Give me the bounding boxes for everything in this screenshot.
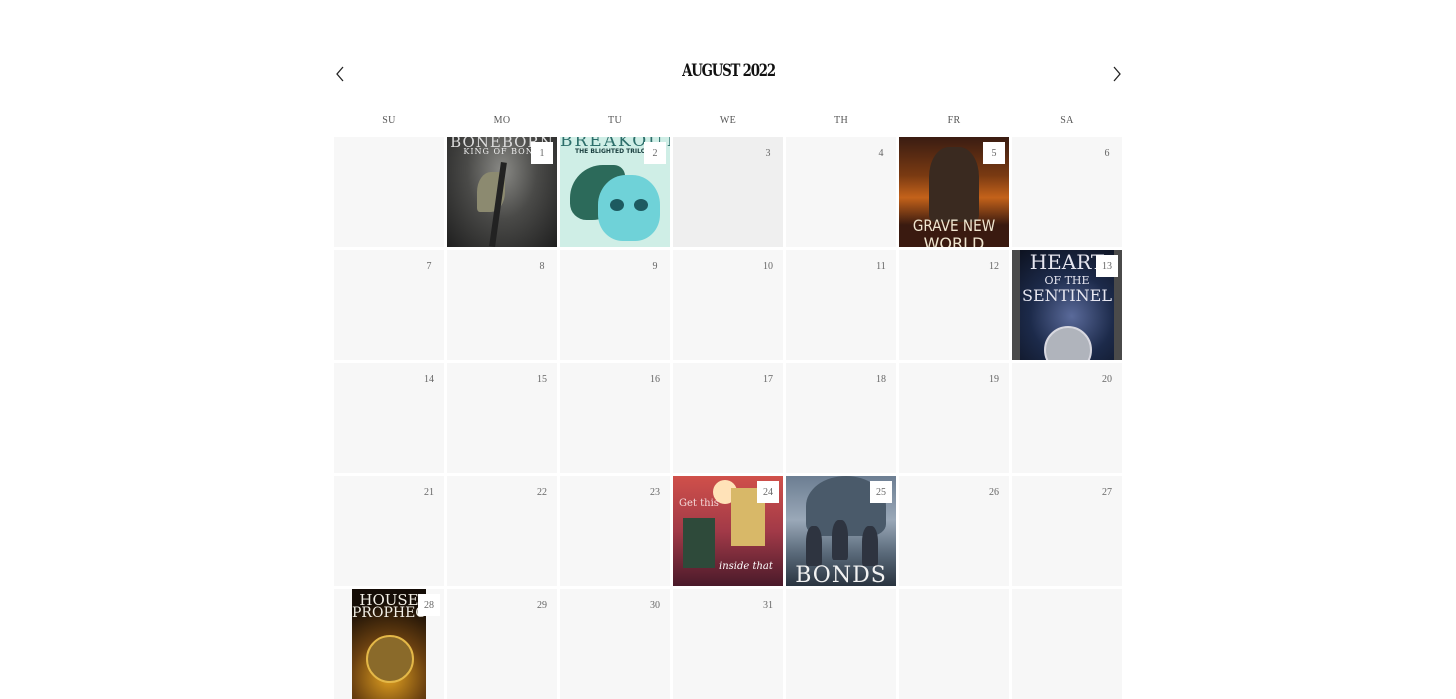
day-number: 9 — [652, 260, 658, 272]
cover-art — [683, 518, 715, 568]
day-cell[interactable]: 15 — [447, 363, 557, 473]
day-number: 27 — [1102, 486, 1112, 498]
day-number: 28 — [418, 594, 440, 616]
day-number: 11 — [876, 260, 886, 272]
day-number: 29 — [537, 599, 547, 611]
cover-subtitle: WORLD — [923, 234, 985, 247]
cover-art — [598, 175, 660, 241]
next-month-button[interactable] — [1107, 62, 1127, 86]
calendar-grid: BONEBORN KING OF BONE 1 BREAKOUT THE BLIGHTE… — [334, 137, 1123, 699]
day-cell[interactable]: 19 — [899, 363, 1009, 473]
book-cover-image[interactable]: HOUSEPROPHECY — [352, 589, 426, 699]
day-cell[interactable]: 6 — [1012, 137, 1122, 247]
day-number: 6 — [1104, 147, 1110, 159]
cover-subtitle: SENTINEL — [1022, 286, 1112, 305]
cover-art — [634, 199, 648, 211]
day-number: 7 — [426, 260, 432, 272]
prev-month-button[interactable] — [330, 62, 350, 86]
empty-day-cell — [899, 589, 1009, 699]
day-cell[interactable]: 11 — [786, 250, 896, 360]
day-number: 14 — [424, 373, 434, 385]
day-number: 17 — [763, 373, 773, 385]
day-number: 24 — [757, 481, 779, 503]
cover-subtitle: PROPHECY — [352, 605, 426, 621]
day-cell[interactable]: GRAVE NEW WORLD 5 — [899, 137, 1009, 247]
day-number: 4 — [878, 147, 884, 159]
chevron-left-icon — [336, 66, 344, 82]
day-number: 31 — [763, 599, 773, 611]
day-number: 25 — [870, 481, 892, 503]
cover-art — [832, 520, 848, 560]
day-number: 12 — [989, 260, 999, 272]
calendar-header: AUGUST 2022 — [334, 60, 1123, 90]
day-cell[interactable]: 3 — [673, 137, 783, 247]
day-cell[interactable]: 20 — [1012, 363, 1122, 473]
day-number: 18 — [876, 373, 886, 385]
weekday-label: WE — [719, 115, 737, 126]
day-cell[interactable]: BREAKOUT THE BLIGHTED TRILOGY 2 — [560, 137, 670, 247]
day-cell[interactable]: 23 — [560, 476, 670, 586]
day-cell[interactable]: 29 — [447, 589, 557, 699]
weekday-label: FR — [947, 115, 961, 126]
day-cell[interactable]: BONEBORN KING OF BONE 1 — [447, 137, 557, 247]
day-number: 1 — [531, 142, 553, 164]
cover-art — [806, 526, 822, 566]
day-cell[interactable]: 22 — [447, 476, 557, 586]
chevron-right-icon — [1113, 66, 1121, 82]
day-number: 19 — [989, 373, 999, 385]
day-cell[interactable]: BONDS 25 — [786, 476, 896, 586]
day-cell[interactable]: 10 — [673, 250, 783, 360]
weekday-label: TU — [608, 115, 622, 126]
day-cell[interactable]: 18 — [786, 363, 896, 473]
day-cell[interactable]: 31 — [673, 589, 783, 699]
day-number: 13 — [1096, 255, 1118, 277]
day-number: 26 — [989, 486, 999, 498]
day-cell[interactable]: 16 — [560, 363, 670, 473]
cover-art — [929, 147, 979, 222]
cover-art — [366, 635, 414, 683]
day-cell[interactable]: 27 — [1012, 476, 1122, 586]
day-number: 30 — [650, 599, 660, 611]
day-cell[interactable]: 26 — [899, 476, 1009, 586]
day-cell[interactable]: 8 — [447, 250, 557, 360]
day-cell[interactable]: HEART OF THE SENTINEL 13 — [1012, 250, 1122, 360]
empty-day-cell — [786, 589, 896, 699]
weekday-label: TH — [834, 115, 848, 126]
cover-subtitle: inside that — [719, 561, 773, 572]
day-number: 21 — [424, 486, 434, 498]
day-number: 3 — [765, 147, 771, 159]
cover-art — [610, 199, 624, 211]
cover-art — [1044, 326, 1092, 360]
day-number: 2 — [644, 142, 666, 164]
day-number: 16 — [650, 373, 660, 385]
day-cell[interactable]: 14 — [334, 363, 444, 473]
day-cell[interactable]: 17 — [673, 363, 783, 473]
day-number: 10 — [763, 260, 773, 272]
day-number: 8 — [539, 260, 545, 272]
day-cell[interactable]: 30 — [560, 589, 670, 699]
day-cell[interactable]: 9 — [560, 250, 670, 360]
day-cell[interactable]: 4 — [786, 137, 896, 247]
day-number: 20 — [1102, 373, 1112, 385]
weekday-label: MO — [493, 115, 511, 126]
cover-title: Get this — [679, 498, 719, 509]
cover-art — [862, 526, 878, 566]
weekday-label: SU — [382, 115, 396, 126]
weekday-header-row: SU MO TU WE TH FR SA — [334, 115, 1123, 126]
day-number: 15 — [537, 373, 547, 385]
empty-day-cell — [1012, 589, 1122, 699]
day-cell[interactable]: 12 — [899, 250, 1009, 360]
weekday-label: SA — [1060, 115, 1074, 126]
month-title: AUGUST 2022 — [682, 61, 776, 81]
cover-title: GRAVE NEW — [912, 216, 996, 235]
empty-day-cell — [334, 137, 444, 247]
cover-title: BONDS — [795, 563, 887, 586]
day-cell[interactable]: HOUSEPROPHECY28 — [334, 589, 444, 699]
day-number: 22 — [537, 486, 547, 498]
day-cell[interactable]: 7 — [334, 250, 444, 360]
day-number: 5 — [983, 142, 1005, 164]
day-cell[interactable]: Get this inside that 24 — [673, 476, 783, 586]
day-cell[interactable]: 21 — [334, 476, 444, 586]
day-number: 23 — [650, 486, 660, 498]
